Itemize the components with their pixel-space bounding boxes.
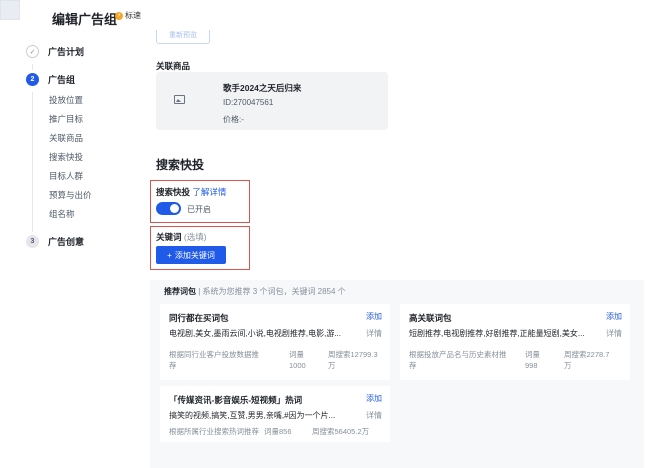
step-connector (32, 92, 33, 232)
keyword-package-card[interactable]: 「传媒资讯-影音娱乐-短视频」热词 添加 搞笑的视频,搞笑,互赞,男男,亲嘴,#… (160, 386, 390, 442)
step-label: 广告组 (48, 75, 76, 85)
related-products-label: 关联商品 (156, 61, 191, 71)
product-price: 价格:- (223, 115, 244, 124)
package-word-count: 词量856 (264, 427, 292, 436)
step-sidebar: ✓ 广告计划 2 广告组 投放位置 推广目标 关联商品 搜索快投 目标人群 预算… (0, 32, 140, 468)
product-card[interactable]: 歌手2024之天后归来 ID:270047561 价格:- (156, 72, 388, 130)
search-section-title: 搜索快投 (156, 158, 205, 172)
learn-more-link[interactable]: 了解详情 (192, 187, 226, 197)
page-title: 编辑广告组 (52, 12, 118, 27)
search-quick-label: 搜索快投 了解详情 (156, 186, 226, 198)
substep-goal[interactable]: 推广目标 (49, 113, 83, 125)
top-bar: 编辑广告组 ⚡ 标速 (0, 0, 651, 32)
product-name: 歌手2024之天后归来 (223, 83, 302, 93)
preview-button[interactable]: 重新预览 (156, 30, 210, 44)
package-description-line: 根据同行业客户投放数据推 (169, 350, 259, 359)
package-keywords: 短剧推荐,电视剧推荐,好剧推荐,正能量短剧,美女... (409, 329, 585, 338)
package-description-line: 根据投放产品名与历史素材推 (409, 350, 507, 359)
toggle-knob (170, 204, 179, 213)
main-content: 重新预览 关联商品 歌手2024之天后归来 ID:270047561 价格:- … (140, 30, 651, 468)
recommend-title: 推荐词包 (164, 287, 196, 296)
badge-label: 标速 (125, 11, 141, 20)
search-quick-label-text: 搜索快投 (156, 187, 191, 197)
step-creative[interactable]: 3 广告创意 (26, 235, 84, 248)
package-description: 根据投放产品名与历史素材推 荐 (409, 349, 507, 371)
recommend-meta: 系统为您推荐 3 个词包，关键词 2854 个 (202, 287, 346, 296)
package-weekly-search: 周搜索2278.7 万 (564, 349, 609, 371)
package-description-line: 荐 (409, 361, 417, 370)
package-word-count-label: 词量 (289, 350, 304, 359)
title-badge: ⚡ 标速 (112, 10, 144, 22)
package-weekly-search-value: 周搜索12799.3 (328, 350, 378, 359)
package-weekly-search: 周搜索12799.3 万 (328, 349, 378, 371)
package-description: 根据同行业客户投放数据推 荐 (169, 349, 259, 371)
image-placeholder-icon (174, 95, 185, 104)
package-name: 同行都在买词包 (169, 313, 229, 323)
package-keywords: 电视剧,美女,墨雨云间,小说,电视剧推荐,电影,游... (169, 329, 342, 338)
recommend-panel: 推荐词包 | 系统为您推荐 3 个词包，关键词 2854 个 同行都在买词包 添… (150, 280, 644, 468)
step-label: 广告创意 (48, 237, 85, 247)
keyword-package-card[interactable]: 同行都在买词包 添加 电视剧,美女,墨雨云间,小说,电视剧推荐,电影,游... … (160, 304, 390, 380)
package-name: 高关联词包 (409, 313, 452, 323)
substep-product[interactable]: 关联商品 (49, 132, 83, 144)
package-description-line: 荐 (169, 361, 177, 370)
plus-icon: + (167, 250, 172, 260)
add-keyword-label: 添加关键词 (174, 250, 215, 260)
package-weekly-search-unit: 万 (564, 361, 572, 370)
step-connector (32, 64, 33, 70)
package-detail-link[interactable]: 详情 (366, 328, 382, 339)
step-label: 广告计划 (48, 47, 85, 57)
package-keywords: 搞笑的视频,搞笑,互赞,男男,亲嘴,#因为一个片... (169, 411, 336, 420)
keyword-package-card[interactable]: 高关联词包 添加 短剧推荐,电视剧推荐,好剧推荐,正能量短剧,美女... 详情 … (400, 304, 630, 380)
substep-placement[interactable]: 投放位置 (49, 94, 83, 106)
app-corner-icon (0, 0, 20, 20)
step-done-icon: ✓ (26, 45, 39, 58)
package-add-button[interactable]: 添加 (366, 393, 382, 404)
substep-search-quick[interactable]: 搜索快投 (49, 151, 83, 163)
product-id: ID:270047561 (223, 98, 274, 107)
package-name: 「传媒资讯-影音娱乐-短视频」热词 (169, 395, 303, 405)
package-weekly-search: 周搜索56405.2万 (312, 427, 370, 436)
substep-group-name[interactable]: 组名称 (49, 208, 75, 220)
recommend-header: 推荐词包 | 系统为您推荐 3 个词包，关键词 2854 个 (164, 286, 346, 297)
package-add-button[interactable]: 添加 (366, 311, 382, 322)
package-word-count-value: 1000 (289, 361, 306, 370)
package-add-button[interactable]: 添加 (606, 311, 622, 322)
package-word-count: 词量 998 (525, 349, 540, 371)
add-keyword-button[interactable]: + 添加关键词 (156, 246, 226, 264)
package-word-count-label: 词量 (525, 350, 540, 359)
package-word-count: 词量 1000 (289, 349, 306, 371)
substep-audience[interactable]: 目标人群 (49, 170, 83, 182)
speed-badge-icon: ⚡ (115, 12, 123, 20)
keywords-label: 关键词 (选填) (156, 231, 207, 243)
package-detail-link[interactable]: 详情 (366, 410, 382, 421)
step-number: 3 (26, 235, 39, 248)
substep-budget[interactable]: 预算与出价 (49, 189, 92, 201)
recommend-separator: | (198, 287, 201, 296)
package-weekly-search-value: 周搜索2278.7 (564, 350, 610, 359)
step-ad-group[interactable]: 2 广告组 (26, 73, 75, 86)
package-weekly-search-unit: 万 (328, 361, 336, 370)
step-campaign[interactable]: ✓ 广告计划 (26, 45, 84, 58)
step-number: 2 (26, 73, 39, 86)
keywords-optional: (选填) (183, 232, 207, 242)
package-detail-link[interactable]: 详情 (606, 328, 622, 339)
toggle-state-label: 已开启 (187, 205, 211, 214)
package-description: 根据所属行业搜索热词推荐 (169, 427, 259, 436)
package-word-count-value: 998 (525, 361, 538, 370)
keywords-label-text: 关键词 (156, 232, 182, 242)
search-quick-toggle[interactable] (156, 202, 181, 215)
